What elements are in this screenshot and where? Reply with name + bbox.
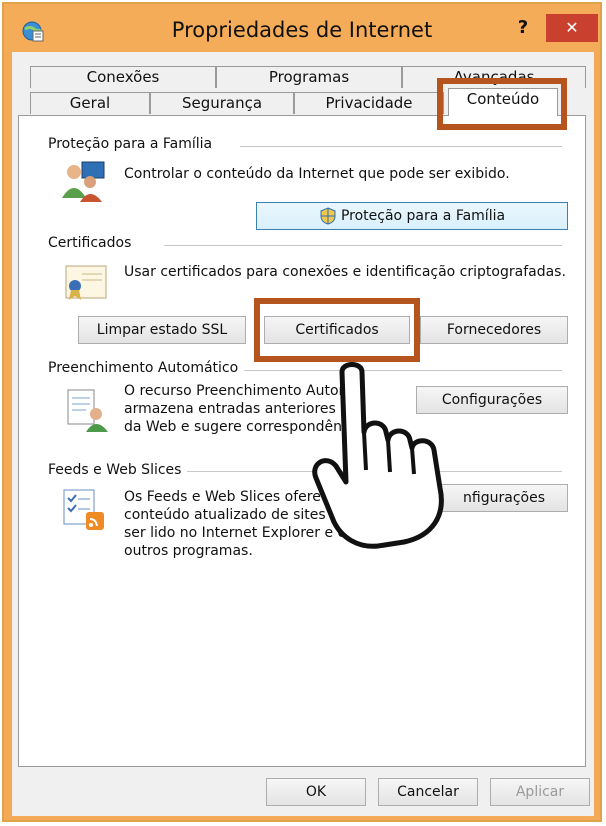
group-divider: [240, 146, 562, 147]
family-safety-description: Controlar o conteúdo da Internet que pod…: [124, 166, 510, 182]
ok-button[interactable]: OK: [266, 778, 366, 806]
publishers-button[interactable]: Fornecedores: [420, 316, 568, 344]
uac-shield-icon: [320, 207, 336, 225]
autocomplete-title: Preenchimento Automático: [48, 360, 245, 376]
family-safety-title: Proteção para a Família: [48, 136, 219, 152]
feeds-description-line: outros programas.: [124, 543, 253, 559]
clear-ssl-state-button[interactable]: Limpar estado SSL: [78, 316, 246, 344]
feeds-icon: [63, 489, 104, 530]
title-bar[interactable]: Propriedades de Internet ? ✕: [4, 4, 600, 52]
tab-seguranca[interactable]: Segurança: [150, 92, 294, 114]
apply-button[interactable]: Aplicar: [490, 778, 590, 806]
hand-pointer-icon: [312, 362, 444, 549]
tab-avancadas[interactable]: Avançadas: [402, 66, 586, 88]
certificates-title: Certificados: [48, 235, 138, 251]
certificates-button[interactable]: Certificados: [264, 316, 410, 344]
close-button[interactable]: ✕: [546, 14, 598, 42]
autocomplete-icon: [67, 389, 108, 432]
cancel-button[interactable]: Cancelar: [378, 778, 478, 806]
tab-programas[interactable]: Programas: [216, 66, 402, 88]
tab-geral[interactable]: Geral: [30, 92, 150, 114]
family-safety-button-label: Proteção para a Família: [340, 208, 506, 224]
help-button[interactable]: ?: [510, 14, 536, 42]
tab-conexoes[interactable]: Conexões: [30, 66, 216, 88]
tab-conteudo[interactable]: Conteúdo: [448, 88, 558, 116]
group-divider: [164, 245, 562, 246]
family-safety-icon: [62, 161, 105, 202]
certificate-icon: [65, 265, 107, 300]
family-safety-button[interactable]: Proteção para a Família: [256, 202, 568, 230]
tab-privacidade[interactable]: Privacidade: [294, 92, 444, 114]
certificates-description: Usar certificados para conexões e identi…: [124, 264, 566, 280]
feeds-title: Feeds e Web Slices: [48, 462, 188, 478]
